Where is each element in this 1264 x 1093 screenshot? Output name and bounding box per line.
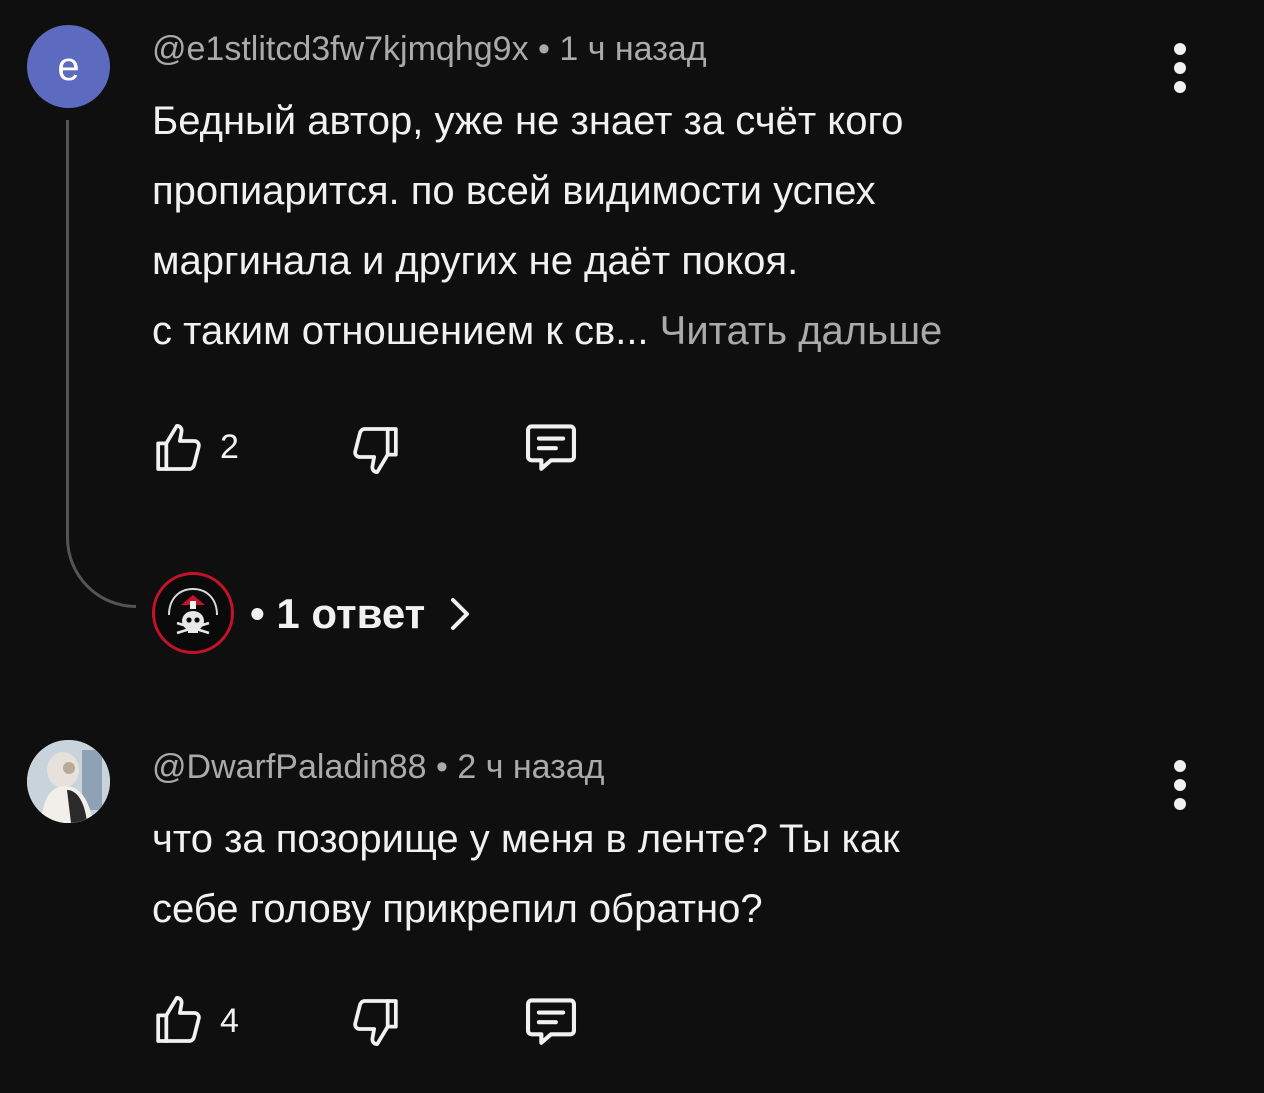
comment-icon (525, 998, 577, 1045)
skull-logo-icon (159, 579, 227, 647)
replies-count-label: • 1 ответ (250, 590, 426, 637)
like-button[interactable] (150, 420, 206, 481)
comment-line: Бедный автор, уже не знает за счёт кого (152, 99, 904, 143)
comment-line: маргинала и других не даёт покоя. (152, 239, 799, 283)
chevron-right-icon (451, 598, 470, 630)
thread-connector (66, 120, 136, 608)
author-name[interactable]: @DwarfPaladin88 (152, 748, 427, 786)
dislike-button[interactable] (348, 994, 404, 1055)
reply-button[interactable] (522, 992, 580, 1055)
like-count: 4 (220, 1002, 239, 1040)
timestamp: • 2 ч назад (436, 748, 605, 786)
more-vertical-icon[interactable] (1168, 760, 1192, 810)
comment-meta: @e1stlitcd3fw7kjmqhg9x • 1 ч назад (152, 30, 707, 69)
avatar[interactable]: e (27, 25, 110, 108)
thumb-down-icon (353, 999, 398, 1047)
timestamp: • 1 ч назад (538, 30, 707, 68)
comment-text: Бедный автор, уже не знает за счёт кого … (152, 86, 1192, 366)
reply-avatar[interactable] (152, 572, 234, 654)
comment-line: пропиарится. по всей видимости успех (152, 169, 876, 213)
thumb-up-icon (156, 423, 201, 471)
dislike-button[interactable] (348, 422, 404, 483)
avatar-photo (27, 740, 110, 823)
thumb-up-icon (156, 995, 201, 1043)
thumb-down-icon (353, 427, 398, 475)
comment-line: с таким отношением к св... Читать дальше (152, 296, 1192, 366)
author-name[interactable]: @e1stlitcd3fw7kjmqhg9x (152, 30, 529, 68)
reply-button[interactable] (522, 418, 580, 481)
comment-meta: @DwarfPaladin88 • 2 ч назад (152, 748, 605, 787)
comment-line: что за позорище у меня в ленте? Ты как (152, 817, 900, 861)
read-more-link[interactable]: Читать дальше (660, 309, 943, 353)
comment-text: что за позорище у меня в ленте? Ты как с… (152, 804, 1192, 944)
like-button[interactable] (150, 992, 206, 1053)
view-replies-link[interactable]: • 1 ответ (250, 590, 475, 638)
comment-line: себе голову прикрепил обратно? (152, 887, 763, 931)
comment-icon (525, 424, 577, 471)
comment-line-text: с таким отношением к св... (152, 309, 649, 353)
like-count: 2 (220, 428, 239, 466)
avatar[interactable] (27, 740, 110, 823)
